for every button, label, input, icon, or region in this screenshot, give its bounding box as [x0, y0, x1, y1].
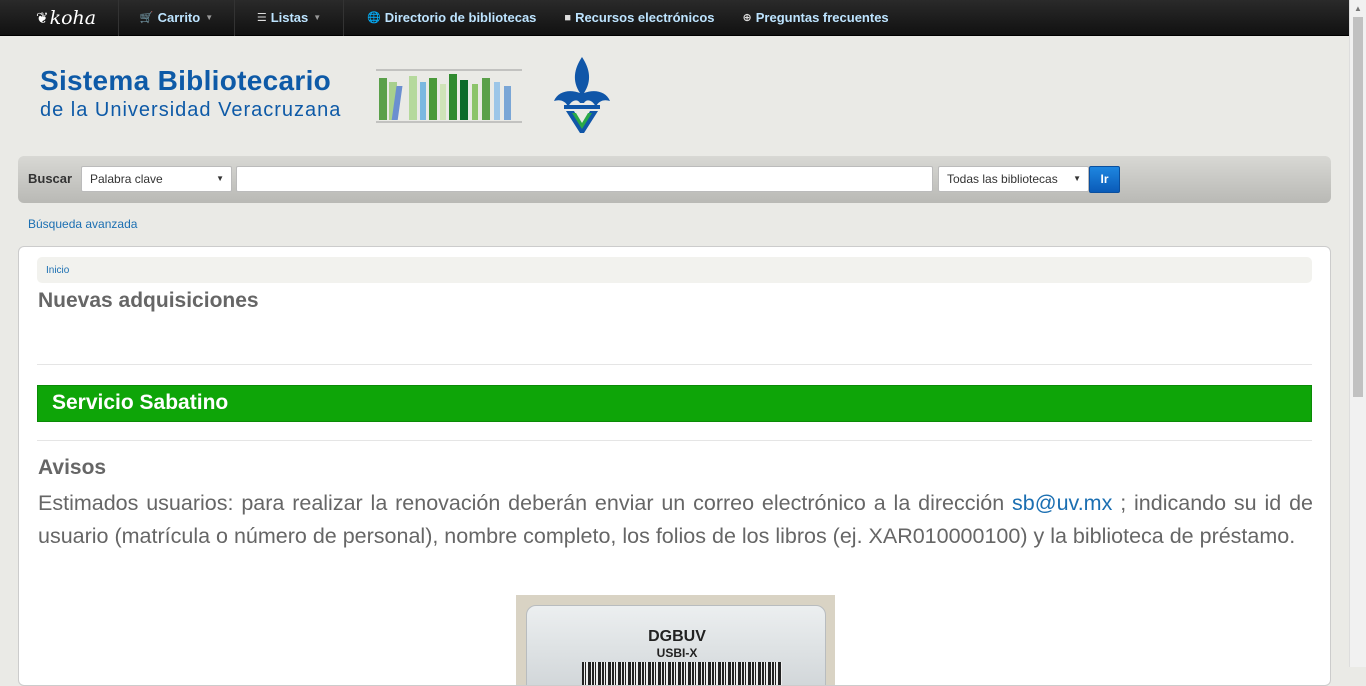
- library-select[interactable]: Todas las bibliotecas ▼: [938, 166, 1089, 192]
- nav-faq-label: Preguntas frecuentes: [755, 10, 889, 25]
- plus-circle-icon: ⊕: [742, 12, 752, 24]
- koha-brand-text: koha: [49, 6, 97, 29]
- divider: [37, 364, 1312, 365]
- breadcrumb-home-link[interactable]: Inicio: [46, 265, 69, 276]
- saturday-service-banner: Servicio Sabatino: [37, 385, 1312, 422]
- koha-logo[interactable]: ❦ koha: [0, 0, 118, 36]
- notice-text: Estimados usuarios: para realizar la ren…: [38, 487, 1313, 553]
- card-line-2: USBI-X: [656, 646, 698, 660]
- barcode: [582, 662, 782, 685]
- library-select-value: Todas las bibliotecas: [947, 172, 1058, 186]
- nav-electronic-resources-label: Recursos electrónicos: [575, 10, 715, 25]
- scroll-up-arrow-icon[interactable]: ▲: [1350, 0, 1366, 17]
- cart-icon: 🛒: [139, 12, 154, 24]
- breadcrumb: Inicio: [37, 257, 1312, 283]
- nav-lists-label: Listas: [270, 10, 309, 25]
- nav-library-directory-label: Directorio de bibliotecas: [384, 10, 537, 25]
- logo-title: Sistema Bibliotecario: [40, 65, 332, 96]
- notice-email-link[interactable]: sb@uv.mx: [1012, 491, 1112, 515]
- nav-cart-label: Carrito: [157, 10, 201, 25]
- library-system-logo[interactable]: Sistema Bibliotecario de la Universidad …: [40, 55, 620, 140]
- library-card-image: DGBUV USBI-X: [516, 595, 835, 685]
- search-bar: Buscar Palabra clave ▼ Todas las bibliot…: [18, 156, 1331, 203]
- list-icon: ☰: [256, 12, 267, 24]
- book-icon: ■: [564, 11, 572, 24]
- chevron-down-icon: ▼: [216, 174, 224, 183]
- search-type-value: Palabra clave: [90, 172, 163, 186]
- chevron-down-icon: ▼: [1073, 174, 1081, 183]
- page-title: Nuevas adquisiciones: [38, 289, 259, 312]
- chevron-down-icon: ▼: [313, 13, 322, 22]
- nav-faq[interactable]: ⊕ Preguntas frecuentes: [743, 0, 889, 36]
- card-line-1: DGBUV: [648, 628, 706, 645]
- nav-library-directory[interactable]: 🌐 Directorio de bibliotecas: [367, 0, 536, 36]
- search-input[interactable]: [236, 166, 933, 192]
- top-navbar: ❦ koha 🛒 Carrito ▼ ☰ Listas ▼ 🌐 Director…: [0, 0, 1349, 36]
- search-type-select[interactable]: Palabra clave ▼: [81, 166, 232, 192]
- globe-icon: 🌐: [367, 12, 381, 24]
- nav-lists-menu[interactable]: ☰ Listas ▼: [235, 0, 343, 36]
- search-label: Buscar: [28, 171, 73, 186]
- page-scrollbar[interactable]: ▲: [1349, 0, 1366, 667]
- divider: [37, 440, 1312, 441]
- koha-leaf-icon: ❦: [36, 8, 49, 27]
- uv-crest-icon: [554, 57, 610, 133]
- books-logo-icon: [376, 69, 522, 123]
- advanced-search-link[interactable]: Búsqueda avanzada: [28, 217, 137, 231]
- search-go-button[interactable]: Ir: [1089, 166, 1120, 193]
- notices-title: Avisos: [38, 456, 107, 479]
- nav-divider: [343, 0, 344, 36]
- chevron-down-icon: ▼: [205, 13, 214, 22]
- notice-text-before: Estimados usuarios: para realizar la ren…: [38, 491, 1005, 515]
- main-content: Inicio Nuevas adquisiciones Servicio Sab…: [18, 246, 1331, 686]
- scrollbar-thumb[interactable]: [1353, 17, 1363, 397]
- nav-electronic-resources[interactable]: ■ Recursos electrónicos: [564, 0, 714, 36]
- card-face: DGBUV USBI-X: [526, 605, 826, 685]
- logo-subtitle: de la Universidad Veracruzana: [40, 99, 342, 121]
- nav-cart-menu[interactable]: 🛒 Carrito ▼: [119, 0, 234, 36]
